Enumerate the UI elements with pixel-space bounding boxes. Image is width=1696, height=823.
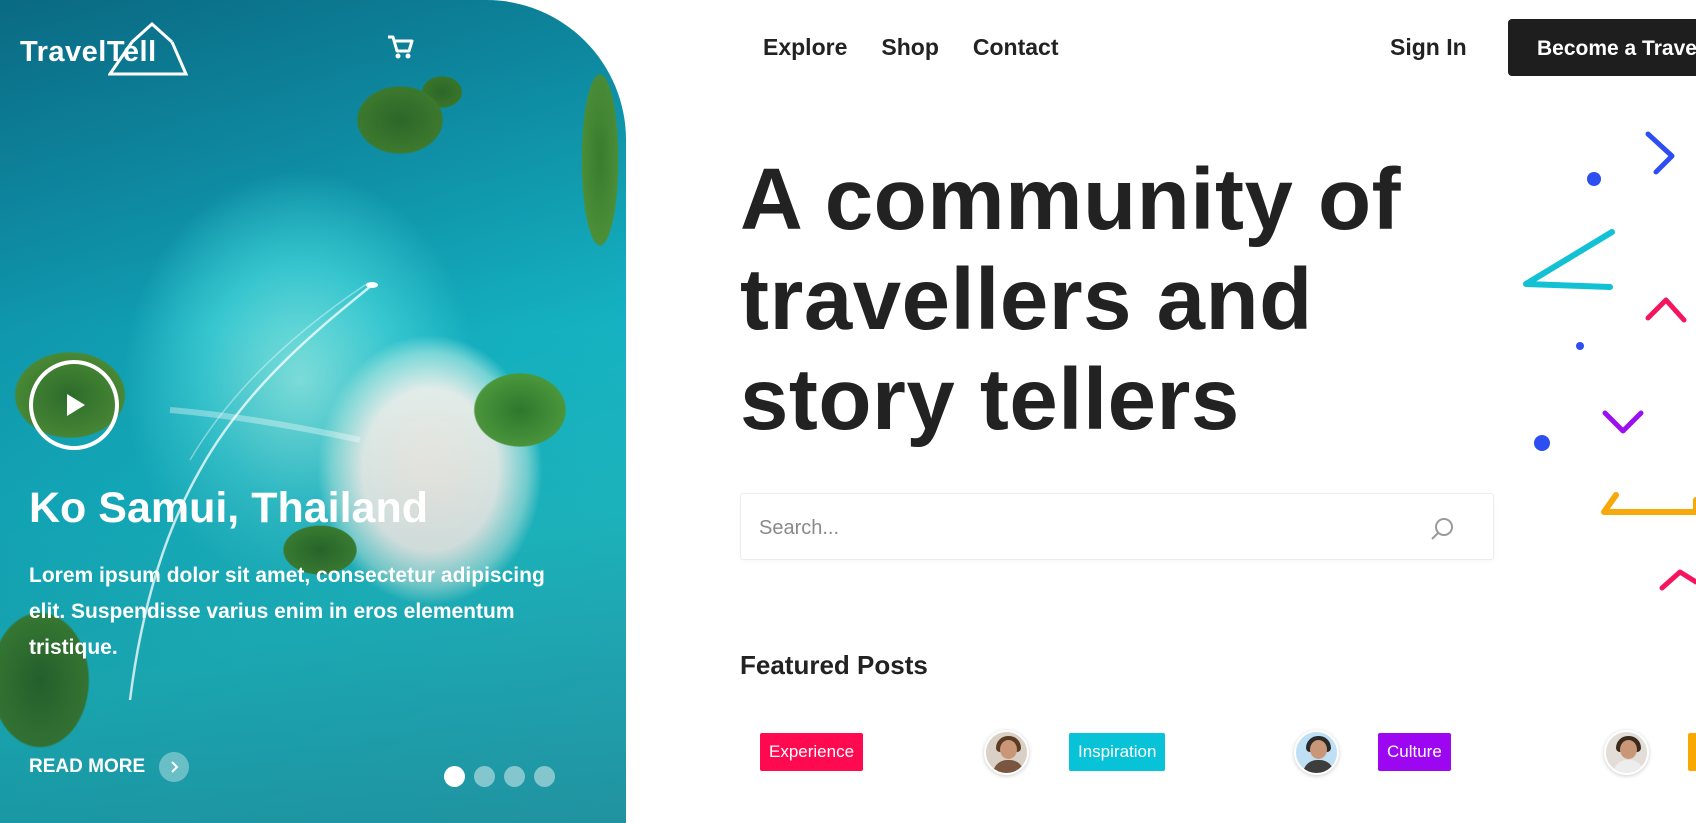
featured-posts-heading: Featured Posts	[740, 650, 928, 680]
headline-line: travellers and	[740, 251, 1313, 348]
decorative-confetti	[1523, 131, 1696, 591]
avatar[interactable]	[1604, 730, 1649, 775]
nav-item-shop[interactable]: Shop	[881, 34, 939, 61]
tag-inspiration[interactable]: Inspiration	[1069, 733, 1166, 771]
read-more-label: READ MORE	[29, 756, 146, 777]
cart-icon[interactable]	[386, 34, 414, 60]
avatar[interactable]	[1294, 730, 1339, 775]
slider-dot[interactable]	[534, 766, 555, 787]
tag-partial[interactable]	[1688, 733, 1696, 771]
hero-description: Lorem ipsum dolor sit amet, consectetur …	[29, 564, 545, 659]
avatar[interactable]	[984, 730, 1029, 775]
become-traveller-button[interactable]: Become a Traveller	[1508, 19, 1696, 76]
tag-experience[interactable]: Experience	[760, 733, 864, 771]
search-box	[740, 493, 1494, 560]
hero-title: Ko Samui, Thailand	[29, 484, 428, 532]
main-nav: Explore Shop Contact	[763, 34, 1059, 61]
search-input[interactable]	[759, 514, 1399, 542]
tag-culture[interactable]: Culture	[1378, 733, 1451, 771]
nav-item-contact[interactable]: Contact	[973, 34, 1059, 61]
read-more-link[interactable]: READ MORE	[29, 752, 190, 782]
play-video-button[interactable]	[29, 360, 119, 450]
headline-line: A community of	[740, 151, 1402, 248]
logo[interactable]: TravelTell	[20, 22, 190, 76]
slider-dot[interactable]	[444, 766, 465, 787]
nav-item-explore[interactable]: Explore	[763, 34, 847, 61]
sign-in-link[interactable]: Sign In	[1390, 34, 1467, 61]
play-icon	[67, 394, 85, 416]
slider-dot[interactable]	[474, 766, 495, 787]
headline-line: story tellers	[740, 351, 1240, 448]
page-headline: A community of travellers and story tell…	[740, 150, 1500, 450]
slider-dots	[444, 766, 555, 787]
slider-dot[interactable]	[504, 766, 525, 787]
chevron-right-icon	[159, 752, 190, 782]
logo-triangle-icon	[108, 22, 188, 76]
search-icon[interactable]	[1429, 516, 1455, 542]
